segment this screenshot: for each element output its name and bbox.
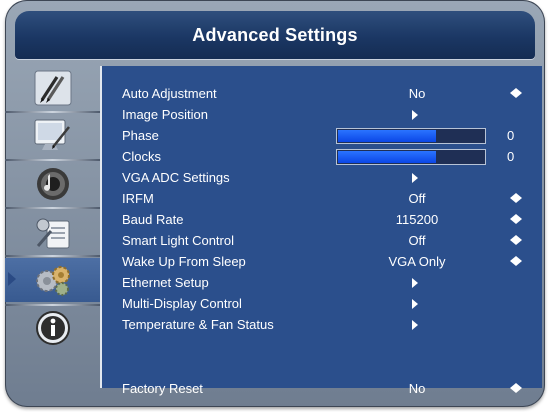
menu-row-image-position[interactable]: Image Position (102, 104, 542, 125)
menu-label: Temperature & Fan Status (122, 317, 274, 332)
menu-row-clocks[interactable]: Clocks 0 (102, 146, 542, 167)
sidebar-item-display[interactable] (5, 114, 100, 158)
sidebar-item-audio[interactable] (5, 162, 100, 206)
settings-panel: Auto Adjustment No Image Position Phase … (100, 66, 542, 396)
title-bar: Advanced Settings (15, 11, 535, 59)
menu-label: Factory Reset (122, 381, 203, 396)
menu-value: Off (408, 233, 426, 248)
phase-slider[interactable] (336, 128, 486, 144)
slider-fill (338, 130, 436, 142)
menu-value: 0 (507, 128, 515, 143)
menu-label: Phase (122, 128, 159, 143)
sidebar-item-information[interactable] (5, 306, 100, 350)
menu-row-smart-light[interactable]: Smart Light Control Off (102, 230, 542, 251)
submenu-arrow-icon[interactable] (412, 110, 418, 120)
left-right-arrows-icon[interactable] (510, 256, 522, 267)
left-right-arrows-icon[interactable] (510, 235, 522, 246)
menu-label: Auto Adjustment (122, 86, 217, 101)
menu-row-baud-rate[interactable]: Baud Rate 115200 (102, 209, 542, 230)
menu-value: 115200 (395, 212, 439, 227)
sidebar-item-setup[interactable] (5, 210, 100, 254)
osd-window: Advanced Settings Auto Adjustment No Ima… (5, 0, 545, 407)
sidebar-divider (5, 255, 100, 257)
menu-row-multi-display[interactable]: Multi-Display Control (102, 293, 542, 314)
menu-row-phase[interactable]: Phase 0 (102, 125, 542, 146)
menu-row-temperature[interactable]: Temperature & Fan Status (102, 314, 542, 335)
left-right-arrows-icon[interactable] (510, 383, 522, 394)
pens-icon (34, 70, 71, 106)
menu-row-irfm[interactable]: IRFM Off (102, 188, 542, 209)
menu-label: Image Position (122, 107, 208, 122)
menu-value: No (408, 381, 426, 396)
menu-row-factory-reset[interactable]: Factory Reset No (102, 378, 542, 399)
speaker-icon (36, 168, 69, 200)
menu-label: Clocks (122, 149, 162, 164)
gears-icon (35, 266, 70, 296)
sidebar (5, 66, 100, 388)
menu-row-vga-adc[interactable]: VGA ADC Settings (102, 167, 542, 188)
menu-value: 0 (507, 149, 515, 164)
submenu-arrow-icon[interactable] (412, 278, 418, 288)
menu-value: VGA Only (388, 254, 446, 269)
menu-row-auto-adjustment[interactable]: Auto Adjustment No (102, 83, 542, 104)
submenu-arrow-icon[interactable] (412, 320, 418, 330)
sidebar-divider (5, 207, 100, 209)
tools-document-icon (36, 218, 69, 249)
menu-label: Ethernet Setup (122, 275, 209, 290)
page-title: Advanced Settings (192, 24, 358, 45)
info-icon (35, 311, 70, 345)
menu-label: VGA ADC Settings (122, 170, 230, 185)
left-right-arrows-icon[interactable] (510, 214, 522, 225)
left-right-arrows-icon[interactable] (510, 88, 522, 99)
slider-fill (338, 151, 436, 163)
submenu-arrow-icon[interactable] (412, 173, 418, 183)
left-right-arrows-icon[interactable] (510, 193, 522, 204)
menu-label: Baud Rate (122, 212, 184, 227)
clocks-slider[interactable] (336, 149, 486, 165)
menu-row-wake-up[interactable]: Wake Up From Sleep VGA Only (102, 251, 542, 272)
menu-label: IRFM (122, 191, 154, 206)
submenu-arrow-icon[interactable] (412, 299, 418, 309)
menu-row-ethernet[interactable]: Ethernet Setup (102, 272, 542, 293)
sidebar-divider (5, 111, 100, 113)
menu-label: Multi-Display Control (122, 296, 242, 311)
menu-label: Smart Light Control (122, 233, 234, 248)
sidebar-divider (5, 159, 100, 161)
menu-value: Off (408, 191, 426, 206)
sidebar-item-picture[interactable] (5, 66, 100, 110)
selection-arrow-icon (8, 272, 16, 286)
menu-value: No (408, 86, 426, 101)
sidebar-item-advanced[interactable] (5, 258, 100, 302)
monitor-icon (34, 119, 70, 150)
menu-label: Wake Up From Sleep (122, 254, 246, 269)
